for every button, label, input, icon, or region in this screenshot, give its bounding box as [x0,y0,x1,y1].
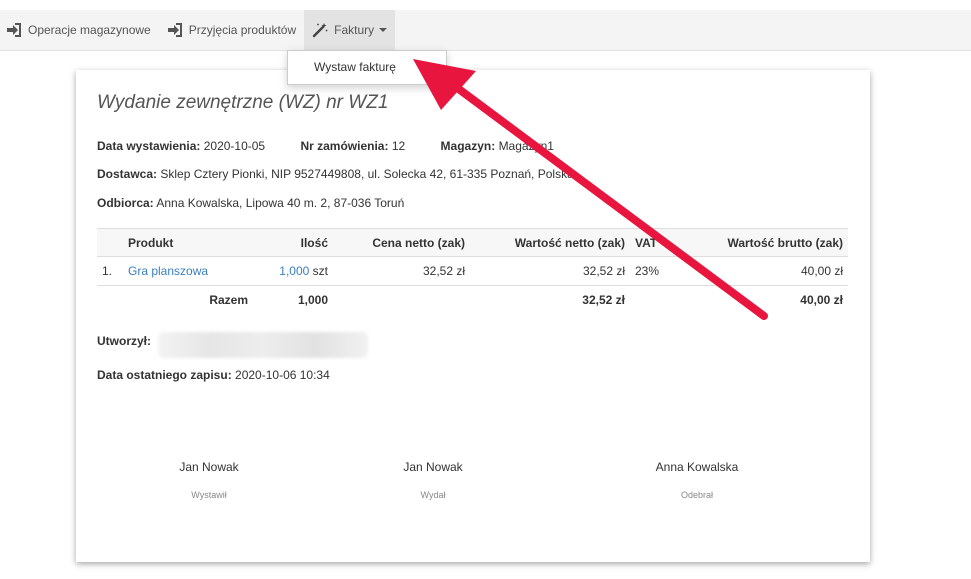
faktury-dropdown-menu: Wystaw fakturę [287,50,447,85]
quantity-link[interactable]: 1,000 [279,264,309,278]
signature-name: Anna Kowalska [655,460,739,474]
supplier-line: Dostawca: Sklep Cztery Pionki, NIP 95274… [97,167,574,181]
nav-item-operacje-magazynowe[interactable]: Operacje magazynowe [0,10,159,50]
table-header-row: Produkt Ilość Cena netto (zak) Wartość n… [97,228,848,257]
column-header-ilosc: Ilość [253,228,333,257]
recipient-value: Anna Kowalska, Lipowa 40 m. 2, 87-036 To… [156,196,405,210]
supplier-value: Sklep Cztery Pionki, NIP 9527449808, ul.… [160,167,574,181]
nav-item-faktury[interactable]: Faktury [304,10,396,50]
totals-row: Razem 1,000 32,52 zł 40,00 zł [97,286,848,315]
recipient-line: Odbiorca: Anna Kowalska, Lipowa 40 m. 2,… [97,196,404,210]
column-header-cena-netto: Cena netto (zak) [333,228,470,257]
signature-wydal: Jan Nowak Wydał [358,460,508,500]
sign-in-icon [167,23,183,37]
warehouse-label: Magazyn: [440,139,496,153]
column-header-vat: VAT [630,228,680,257]
order-number-label: Nr zamówienia: [300,139,389,153]
row-number: 1. [97,256,123,286]
column-header-wartosc-netto: Wartość netto (zak) [470,228,630,257]
quantity-cell: 1,000 szt [253,256,333,286]
last-saved-value: 2020-10-06 10:34 [235,368,330,382]
column-header-produkt: Produkt [123,228,253,257]
product-cell: Gra planszowa [123,256,253,286]
total-label: Razem [209,293,248,307]
document-meta-line: Data wystawienia: 2020-10-05 Nr zamówien… [97,139,586,153]
value-net-cell: 32,52 zł [470,256,630,286]
price-net-cell: 32,52 zł [333,256,470,286]
redacted-name-blur [158,332,368,358]
sign-in-icon [6,23,22,37]
signature-role: Wydał [420,490,446,500]
document-panel: Wydanie zewnętrzne (WZ) nr WZ1 Data wyst… [76,70,870,562]
nav-item-label: Operacje magazynowe [28,23,151,37]
product-link[interactable]: Gra planszowa [128,264,208,278]
warehouse: Magazyn: Magazyn1 [441,139,554,153]
signature-name: Jan Nowak [179,460,239,474]
warehouse-value: Magazyn1 [498,139,554,153]
total-quantity: 1,000 [297,293,328,307]
top-navbar: Operacje magazynowe Przyjęcia produktów … [0,10,971,51]
caret-down-icon [379,28,388,32]
magic-wand-icon [312,22,328,38]
column-header-wartosc-brutto: Wartość brutto (zak) [680,228,848,257]
signature-role: Odebrał [680,490,714,500]
vat-cell: 23% [630,256,680,286]
last-saved-line: Data ostatniego zapisu: 2020-10-06 10:34 [97,368,330,382]
supplier-label: Dostawca: [97,167,158,181]
menu-item-wystaw-fakture[interactable]: Wystaw fakturę [288,51,446,74]
signature-role: Wystawił [191,490,227,500]
value-gross-cell: 40,00 zł [680,256,848,286]
signature-wystawil: Jan Nowak Wystawił [134,460,284,500]
recipient-label: Odbiorca: [97,196,154,210]
created-by-label: Utworzył: [97,334,151,348]
table-row: 1. Gra planszowa 1,000 szt 32,52 zł 32,5… [97,256,848,286]
order-number: Nr zamówienia: 12 [300,139,405,153]
nav-item-label: Faktury [334,23,375,37]
nav-item-label: Przyjęcia produktów [188,23,297,37]
quantity-unit: szt [312,264,328,278]
signature-name: Jan Nowak [403,460,463,474]
nav-item-przyjecia-produktow[interactable]: Przyjęcia produktów [159,10,304,50]
issue-date: Data wystawienia: 2020-10-05 [97,139,265,153]
signature-odebral: Anna Kowalska Odebrał [622,460,772,500]
total-value-net: 32,52 zł [582,293,625,307]
last-saved-label: Data ostatniego zapisu: [97,368,232,382]
created-by-line: Utworzył: [97,334,151,348]
document-title: Wydanie zewnętrzne (WZ) nr WZ1 [97,92,389,113]
issue-date-label: Data wystawienia: [97,139,201,153]
order-number-value: 12 [391,139,406,153]
issue-date-value: 2020-10-05 [203,139,266,153]
products-table: Produkt Ilość Cena netto (zak) Wartość n… [97,228,848,314]
total-value-gross: 40,00 zł [800,293,843,307]
